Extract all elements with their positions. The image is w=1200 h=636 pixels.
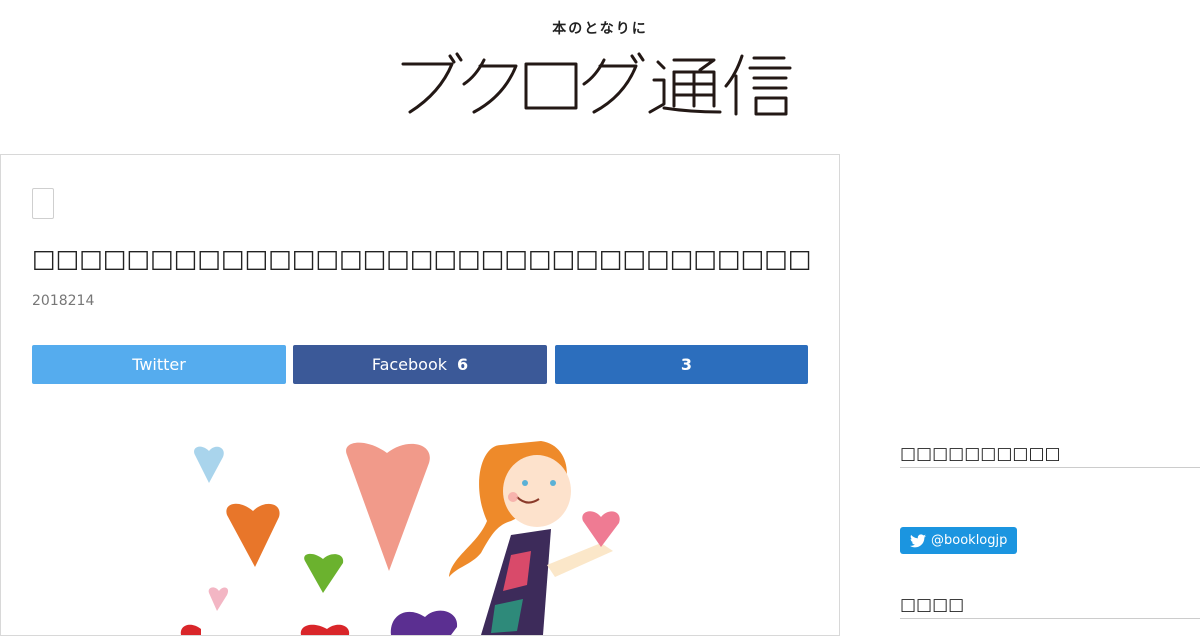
site-header: 本のとなりに xyxy=(0,0,1200,154)
hatena-bookmark-count: 3 xyxy=(680,355,693,374)
hatena-bookmark-button[interactable]: 3 xyxy=(555,345,808,384)
girl-arm xyxy=(547,543,613,577)
heart-purple xyxy=(390,610,458,635)
heart-light-blue xyxy=(194,446,224,483)
twitter-follow-label: @booklogjp xyxy=(931,533,1008,548)
twitter-share-label: Twitter xyxy=(132,355,186,374)
site-logo[interactable] xyxy=(400,48,800,118)
heart-orange xyxy=(226,503,280,567)
article-date: 2018214 xyxy=(32,293,95,309)
twitter-follow-button[interactable]: @booklogjp xyxy=(900,527,1017,554)
sidebar: □□□□□□□□□□ @booklogjp □□□□ xyxy=(900,154,1200,630)
twitter-bird-icon xyxy=(910,533,926,547)
facebook-share-button[interactable]: Facebook 6 xyxy=(293,345,547,384)
site-tagline: 本のとなりに xyxy=(552,21,648,37)
heart-green xyxy=(304,553,344,593)
article-card: □□□□□□□□□□□□□□□□□□□□□□□□□□□□□□□□□□□□□□□□… xyxy=(0,154,840,636)
sidebar-widget-title-2: □□□□ xyxy=(900,595,1200,619)
facebook-share-label: Facebook xyxy=(371,355,448,374)
sidebar-widget-title-twitter: □□□□□□□□□□ xyxy=(900,444,1200,468)
hero-illustration xyxy=(151,425,671,635)
girl-face xyxy=(503,455,571,527)
heart-pink-large xyxy=(346,442,430,571)
heart-pink-small xyxy=(208,587,229,611)
category-tag[interactable] xyxy=(32,188,54,219)
facebook-share-count: 6 xyxy=(457,355,469,374)
twitter-share-button[interactable]: Twitter xyxy=(32,345,286,384)
heart-in-hand xyxy=(582,511,620,547)
article-title: □□□□□□□□□□□□□□□□□□□□□□□□□□□□□□□□□□□□□□□□… xyxy=(32,244,812,273)
share-buttons: Twitter Facebook 6 3 xyxy=(32,345,808,384)
